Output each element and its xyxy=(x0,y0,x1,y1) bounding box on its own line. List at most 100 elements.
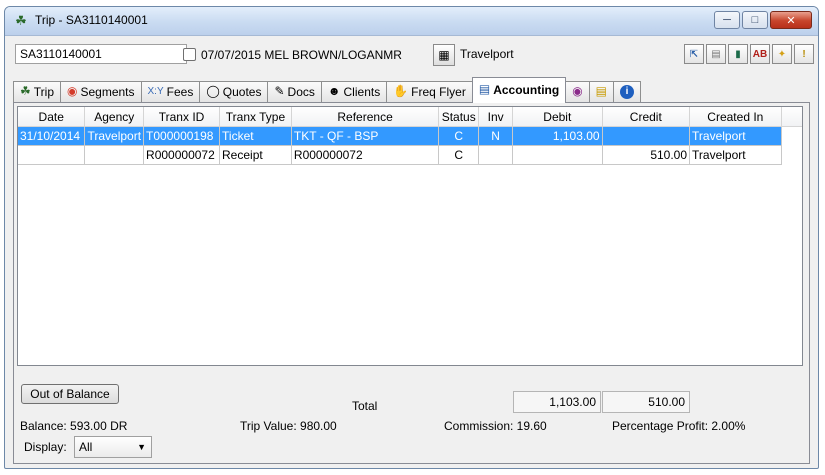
cell-debit: 1,103.00 xyxy=(512,126,603,146)
cell-status: C xyxy=(438,145,480,165)
cell-agency xyxy=(84,145,145,165)
ab-icon[interactable]: AB xyxy=(750,44,770,64)
tab-eye[interactable]: ◉ xyxy=(565,81,590,103)
column-header-date[interactable]: Date xyxy=(18,107,86,127)
tab-clients[interactable]: ☻ Clients xyxy=(320,81,388,103)
eye-icon: ◉ xyxy=(572,84,583,98)
table-row[interactable]: R000000072 Receipt R000000072 C 510.00 T… xyxy=(18,145,802,165)
minimize-button[interactable]: ─ xyxy=(714,11,740,29)
fees-icon: X:Y xyxy=(147,86,164,97)
speech-bubble-icon: ◯ xyxy=(206,84,220,98)
accounting-panel: Date Agency Tranx ID Tranx Type Referenc… xyxy=(13,102,810,464)
column-header-tranx-type[interactable]: Tranx Type xyxy=(219,107,292,127)
cell-created-in: Travelport xyxy=(689,126,782,146)
warning-icon[interactable]: ! xyxy=(794,44,814,64)
column-header-agency[interactable]: Agency xyxy=(84,107,145,127)
window-title: Trip - SA3110140001 xyxy=(35,13,148,27)
export-icon[interactable]: ⇱ xyxy=(684,44,704,64)
cell-inv xyxy=(478,145,514,165)
commission-text: Commission: 19.60 xyxy=(444,419,547,433)
maximize-button[interactable]: □ xyxy=(742,11,768,29)
total-debit: 1,103.00 xyxy=(513,391,601,413)
tab-label: Docs xyxy=(287,85,315,99)
cell-date xyxy=(18,145,86,165)
pin-icon[interactable]: ✦ xyxy=(772,44,792,64)
cell-tranx-type: Receipt xyxy=(219,145,292,165)
close-button[interactable]: ✕ xyxy=(770,11,812,29)
percentage-profit-text: Percentage Profit: 2.00% xyxy=(612,419,746,433)
column-header-created-in[interactable]: Created In xyxy=(689,107,782,127)
display-label: Display: xyxy=(24,440,67,454)
cell-created-in: Travelport xyxy=(689,145,782,165)
ledger-icon: ▤ xyxy=(478,82,491,96)
title-bar: ☘ Trip - SA3110140001 ─ □ ✕ xyxy=(5,7,818,36)
tab-fees[interactable]: X:Y Fees xyxy=(140,81,201,103)
trip-checkbox[interactable] xyxy=(183,48,196,61)
total-label: Total xyxy=(352,399,378,413)
document-icon[interactable]: ▤ xyxy=(706,44,726,64)
tab-trip[interactable]: ☘ Trip xyxy=(13,81,61,103)
tab-accounting[interactable]: ▤ Accounting xyxy=(471,77,567,103)
book-icon[interactable]: ▮ xyxy=(728,44,748,64)
chevron-down-icon: ▼ xyxy=(137,442,146,452)
tab-label: Fees xyxy=(166,85,194,99)
tab-label: Clients xyxy=(343,85,381,99)
segments-icon: ◉ xyxy=(67,84,78,98)
building-icon: ▦ xyxy=(438,48,450,62)
cell-tranx-id: R000000072 xyxy=(143,145,221,165)
gds-label: Travelport xyxy=(460,47,514,61)
clients-icon: ☻ xyxy=(327,84,341,98)
tab-label: Quotes xyxy=(222,85,262,99)
info-icon: i xyxy=(620,85,635,99)
display-select[interactable]: All ▼ xyxy=(74,436,152,458)
notes-icon: ▤ xyxy=(595,84,608,98)
column-header-filler xyxy=(781,107,802,127)
cell-status: C xyxy=(438,126,480,146)
minimize-icon: ─ xyxy=(723,14,731,26)
cell-reference: TKT - QF - BSP xyxy=(291,126,440,146)
column-header-inv[interactable]: Inv xyxy=(478,107,514,127)
column-header-tranx-id[interactable]: Tranx ID xyxy=(143,107,221,127)
tab-quotes[interactable]: ◯ Quotes xyxy=(199,81,269,103)
maximize-icon: □ xyxy=(751,14,759,26)
cell-credit xyxy=(602,126,691,146)
cell-date: 31/10/2014 xyxy=(18,126,86,146)
transactions-table: Date Agency Tranx ID Tranx Type Referenc… xyxy=(18,107,802,165)
trip-header-row: SA3110140001 07/07/2015 MEL BROWN/LOGANM… xyxy=(5,41,818,67)
column-header-status[interactable]: Status xyxy=(438,107,480,127)
tab-label: Segments xyxy=(80,85,135,99)
cell-agency: Travelport xyxy=(84,126,145,146)
tab-freq-flyer[interactable]: ✋ Freq Flyer xyxy=(386,81,473,103)
cell-debit xyxy=(512,145,603,165)
window-controls: ─ □ ✕ xyxy=(714,11,812,29)
trip-description: 07/07/2015 MEL BROWN/LOGANMR xyxy=(201,48,402,62)
trip-value-text: Trip Value: 980.00 xyxy=(240,419,337,433)
table-header-row: Date Agency Tranx ID Tranx Type Referenc… xyxy=(18,107,802,127)
palm-tree-icon: ☘ xyxy=(15,13,27,28)
docs-icon: ✎ xyxy=(274,84,285,98)
toolbar-icons: ⇱ ▤ ▮ AB ✦ ! xyxy=(684,44,814,64)
hand-icon: ✋ xyxy=(393,84,409,98)
cell-tranx-type: Ticket xyxy=(219,126,292,146)
column-header-debit[interactable]: Debit xyxy=(512,107,603,127)
tab-label: Accounting xyxy=(493,83,560,97)
trip-window: ☘ Trip - SA3110140001 ─ □ ✕ SA3110140001… xyxy=(4,6,819,469)
tab-label: Freq Flyer xyxy=(411,85,466,99)
cell-filler xyxy=(781,146,802,165)
trip-number-field[interactable]: SA3110140001 xyxy=(15,44,187,64)
balance-text: Balance: 593.00 DR xyxy=(20,419,128,433)
tab-notes[interactable]: ▤ xyxy=(588,81,615,103)
tab-info[interactable]: i xyxy=(613,81,642,103)
close-icon: ✕ xyxy=(786,14,796,27)
transactions-grid: Date Agency Tranx ID Tranx Type Referenc… xyxy=(17,106,803,366)
cell-inv: N xyxy=(478,126,514,146)
gds-button[interactable]: ▦ xyxy=(433,44,455,66)
cell-filler xyxy=(781,126,802,146)
table-row[interactable]: 31/10/2014 Travelport T000000198 Ticket … xyxy=(18,126,802,146)
tab-segments[interactable]: ◉ Segments xyxy=(60,81,142,103)
out-of-balance-button[interactable]: Out of Balance xyxy=(21,384,119,404)
column-header-reference[interactable]: Reference xyxy=(291,107,440,127)
total-credit: 510.00 xyxy=(602,391,690,413)
tab-docs[interactable]: ✎ Docs xyxy=(267,81,322,103)
column-header-credit[interactable]: Credit xyxy=(602,107,691,127)
